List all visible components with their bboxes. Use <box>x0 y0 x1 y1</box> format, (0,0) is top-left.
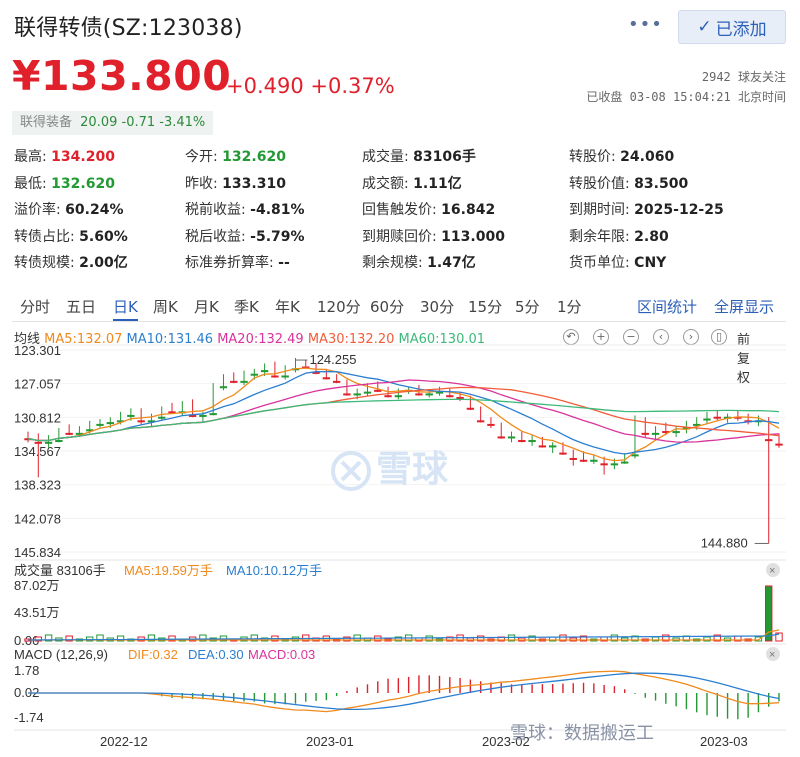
price-tick-label: 130.812 <box>14 410 61 425</box>
candle-body <box>199 414 207 417</box>
candle-body <box>538 445 547 448</box>
candle-body <box>456 397 464 400</box>
candle-body <box>127 414 135 417</box>
candle-body <box>384 395 392 398</box>
candle-body <box>518 440 526 443</box>
close-glyph: × <box>769 649 775 661</box>
price-tick-label: 134.567 <box>14 444 61 459</box>
candle-body <box>209 413 217 416</box>
candle-body <box>106 422 114 425</box>
low-annotation: 124.255 <box>309 352 356 367</box>
candle-body <box>446 395 454 398</box>
candle-body <box>651 432 660 435</box>
candle-body <box>569 457 577 460</box>
candle-body <box>631 454 639 457</box>
candle-body <box>672 431 680 434</box>
x-axis-label: 2022-12 <box>100 734 148 749</box>
volume-ma5: MA5:19.59万手 <box>124 563 213 578</box>
candle-body <box>137 420 145 423</box>
candle-body <box>332 380 341 383</box>
candle-body <box>281 375 289 378</box>
macd-dea: DEA:0.30 <box>188 647 244 662</box>
price-tick-label: 138.323 <box>14 478 61 493</box>
snowball-logo-icon <box>331 451 371 491</box>
candle-body <box>44 441 53 444</box>
candle-body <box>271 375 279 378</box>
macd-tick-label: -1.74 <box>14 710 44 725</box>
candle-body <box>590 459 598 462</box>
candle-body <box>528 440 536 443</box>
candle-body <box>559 452 567 455</box>
candle-body <box>96 423 104 426</box>
candle-body <box>219 386 228 389</box>
candle-body <box>620 461 629 464</box>
candle-body <box>466 407 475 410</box>
candle-body <box>363 391 372 394</box>
candle-body <box>487 423 495 426</box>
macd-tick-label: 1.78 <box>14 663 39 678</box>
price-tick-label: 142.078 <box>14 511 61 526</box>
macd-value: MACD:0.03 <box>248 647 315 662</box>
candle-body <box>34 441 42 444</box>
candle-body <box>775 443 783 446</box>
candle-body <box>230 380 238 383</box>
candle-body <box>548 445 557 448</box>
kline-chart[interactable]: 145.834 142.078 138.323 134.567 130.812 127.0… <box>0 0 800 757</box>
macd-dea-line <box>28 672 780 711</box>
candle-body <box>476 420 485 423</box>
candle-body <box>353 393 361 396</box>
candle-body <box>579 459 588 462</box>
volume-tick-label: 87.02万 <box>14 578 60 593</box>
candle-body <box>65 432 73 435</box>
candle-body <box>641 432 649 435</box>
candle-body <box>765 439 773 442</box>
macd-dif: DIF:0.32 <box>128 647 178 662</box>
macd-label: MACD (12,26,9) <box>14 647 108 662</box>
candle-body <box>435 391 444 394</box>
candle-body <box>425 393 433 396</box>
candle-body <box>240 380 248 383</box>
price-tick-label: 123.301 <box>14 343 61 358</box>
candle-body <box>507 436 516 439</box>
candle-body <box>600 463 608 466</box>
candle-body <box>374 389 382 392</box>
candle-body <box>713 416 721 419</box>
candle-body <box>188 414 197 417</box>
volume-label: 成交量 83106手 <box>14 563 106 578</box>
candle-body <box>168 411 176 414</box>
candle-body <box>343 393 351 396</box>
price-tick-label: 127.057 <box>14 377 61 392</box>
candle-body <box>415 393 423 396</box>
candle-body <box>322 377 331 380</box>
watermark-footer: 雪球：数据搬运工 <box>510 723 654 744</box>
candle-body <box>260 370 269 373</box>
high-annotation: 144.880 <box>701 535 748 550</box>
candle-body <box>703 418 711 421</box>
x-axis-label: 2023-01 <box>306 734 354 749</box>
price-tick-label: 145.834 <box>14 545 61 560</box>
x-axis-label: 2023-03 <box>700 734 748 749</box>
candle-body <box>250 373 259 376</box>
close-glyph: × <box>769 565 775 577</box>
candle-body <box>394 395 403 398</box>
candle-body <box>610 463 619 466</box>
volume-ma10: MA10:10.12万手 <box>226 563 322 578</box>
candle-body <box>55 440 63 443</box>
volume-tick-label: 43.51万 <box>14 605 60 620</box>
candle-body <box>497 436 505 439</box>
watermark-logo: 雪球 <box>330 440 448 492</box>
candle-body <box>158 416 166 419</box>
